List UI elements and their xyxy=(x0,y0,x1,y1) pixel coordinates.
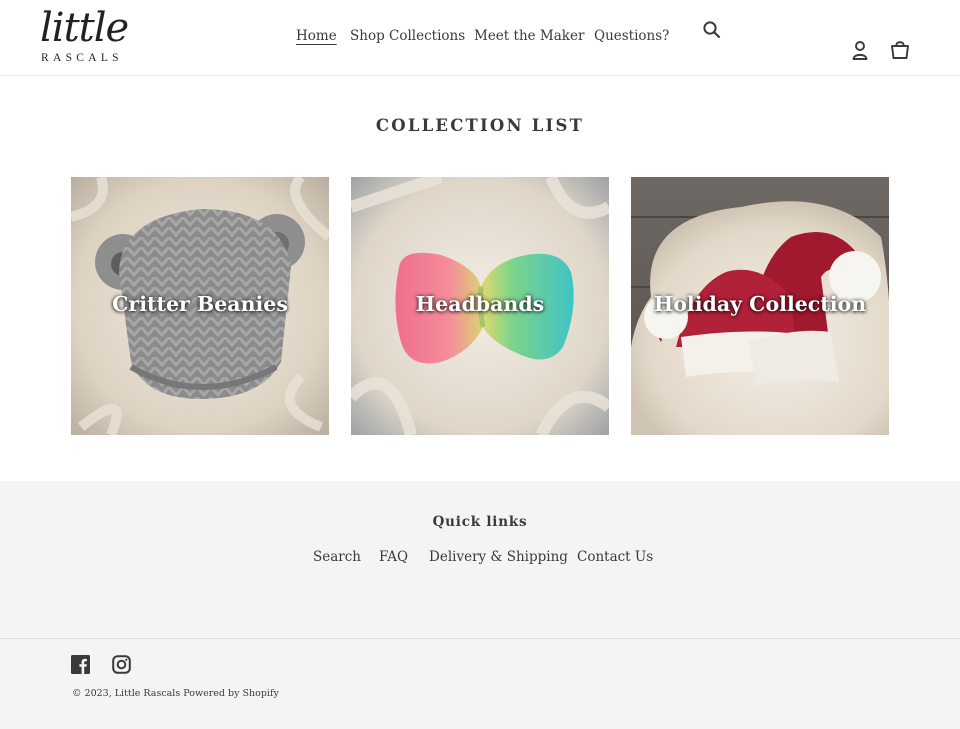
footer-link-contact-us[interactable]: Contact Us xyxy=(577,549,653,565)
nav-questions[interactable]: Questions? xyxy=(594,28,669,44)
logo-sub-text: RASCALS xyxy=(41,52,123,64)
collection-card-holiday-collection[interactable]: Holiday Collection xyxy=(631,177,889,435)
nav-meet-the-maker[interactable]: Meet the Maker xyxy=(474,28,584,44)
page-title: COLLECTION LIST xyxy=(375,116,585,135)
collection-card-critter-beanies[interactable]: Critter Beanies xyxy=(71,177,329,435)
footer-divider xyxy=(0,638,960,639)
account-button[interactable] xyxy=(849,39,871,61)
collection-label: Critter Beanies xyxy=(112,292,288,316)
collection-card-headbands[interactable]: Headbands xyxy=(351,177,609,435)
powered-by-link[interactable]: Powered by Shopify xyxy=(183,688,279,699)
cart-icon xyxy=(891,41,909,59)
user-icon xyxy=(852,41,868,60)
copyright-prefix: © 2023, xyxy=(72,688,112,699)
search-icon xyxy=(703,21,721,39)
nav-home[interactable]: Home xyxy=(296,28,337,44)
footer-link-delivery-shipping[interactable]: Delivery & Shipping xyxy=(429,549,568,565)
footer-link-search[interactable]: Search xyxy=(313,549,361,565)
collection-label: Headbands xyxy=(415,292,545,316)
facebook-link[interactable] xyxy=(71,655,90,674)
copyright: © 2023, Little Rascals Powered by Shopif… xyxy=(72,688,279,699)
shop-name-link[interactable]: Little Rascals xyxy=(115,688,180,699)
instagram-icon xyxy=(112,655,131,674)
collection-label: Holiday Collection xyxy=(653,292,867,316)
search-button[interactable] xyxy=(701,19,723,41)
main-nav: Home Shop Collections Meet the Maker Que… xyxy=(0,28,960,48)
footer-link-faq[interactable]: FAQ xyxy=(379,549,408,565)
site-footer: Quick links Search FAQ Delivery & Shippi… xyxy=(0,481,960,729)
nav-shop-collections[interactable]: Shop Collections xyxy=(350,28,465,44)
cart-button[interactable] xyxy=(888,38,912,62)
facebook-icon xyxy=(71,655,90,674)
quick-links-title: Quick links xyxy=(432,514,528,530)
instagram-link[interactable] xyxy=(112,655,131,674)
site-header: little RASCALS Home Shop Collections Mee… xyxy=(0,0,960,76)
